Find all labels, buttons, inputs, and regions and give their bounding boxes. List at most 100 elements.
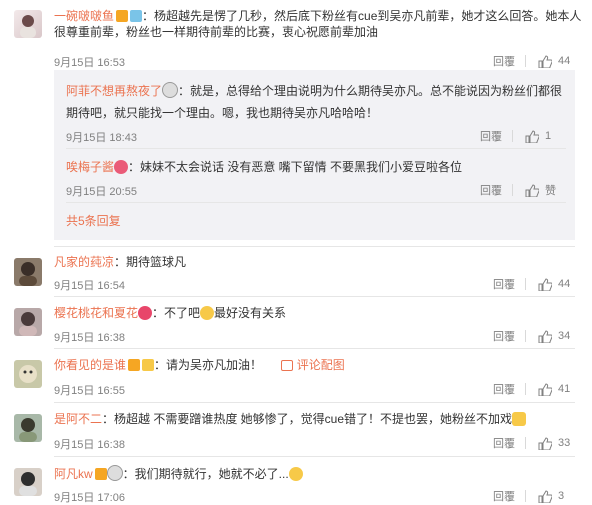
like-count: 41 [558,383,571,395]
like-button[interactable]: 44 [538,54,574,68]
reply-button[interactable]: 回覆 [493,381,515,397]
comment-item: 一碗啵啵鱼 ：杨超越先是愣了几秒，然后底下粉丝有cue到吴亦凡前辈，她才这么回答。… [0,0,592,240]
member-badge-icon [94,468,107,480]
thumbs-up-icon [538,329,552,343]
comment-body: ：我们期待就行，她就不必了... [122,467,289,481]
reply-username[interactable]: 阿菲不想再熬夜了 [66,84,162,98]
comment-text: 凡家的莼凉：期待篮球凡 [54,254,186,270]
like-button[interactable]: 3 [538,489,574,503]
panda-emoji-icon [106,465,123,481]
comment-actions: 回覆 44 [493,276,574,292]
divider [525,437,526,449]
reply-button[interactable]: 回覆 [480,182,502,198]
like-count: 44 [558,55,571,67]
comment-text: 樱花桃花和夏花 ：不了吧 最好没有关系 [54,305,286,321]
divider [512,130,513,142]
timestamp: 9月15日 16:38 [54,332,125,344]
comment-item: 你看见的是谁 ：请为吴亦凡加油！ 评论配图 9月15日 16:55 回覆 41 [0,348,592,400]
like-button[interactable]: 赞 [525,182,561,198]
reply-actions: 回覆 1 [480,128,561,144]
image-icon [281,360,294,371]
comment-actions: 回覆 41 [493,381,574,397]
reply-timestamp: 9月15日 18:43 [66,132,137,144]
like-count: 1 [545,130,552,142]
reply-timestamp: 9月15日 20:55 [66,186,137,198]
divider [525,490,526,502]
like-count: 3 [558,490,565,502]
username[interactable]: 是阿不二 [54,412,102,426]
reply-actions: 回覆 赞 [480,182,561,198]
username[interactable]: 樱花桃花和夏花 [54,306,138,320]
comment-body: ：请为吴亦凡加油！ [154,358,263,372]
comment-actions: 回覆 34 [493,328,574,344]
more-replies-link[interactable]: 共5条回复 [66,212,566,229]
avatar[interactable] [14,10,42,38]
member-badge-icon [142,359,155,371]
comment-item: 是阿不二：杨超越 不需要蹭谁热度 她够惨了，觉得cue错了！不提也罢，她粉丝不加… [0,402,592,454]
comment-actions: 回覆 3 [493,488,574,504]
like-count: 34 [558,330,571,342]
avatar[interactable] [14,258,42,286]
like-button[interactable]: 33 [538,436,574,450]
heart-icon [138,306,153,320]
thumbs-up-icon [538,436,552,450]
comment-item: 阿凡kw ：我们期待就行，她就不必了... 9月15日 17:06 回覆 3 [0,456,592,505]
comment-image-link[interactable]: 评论配图 [279,358,345,372]
thinking-emoji-icon [288,467,303,481]
reply-button[interactable]: 回覆 [480,128,502,144]
comment-text: 是阿不二：杨超越 不需要蹭谁热度 她够惨了，觉得cue错了！不提也罢，她粉丝不加… [54,411,527,427]
reply-divider [66,148,566,149]
comment-actions: 回覆 33 [493,435,574,451]
thinking-emoji-icon [200,306,215,320]
timestamp: 9月15日 16:38 [54,439,125,451]
comment-body: ：不了吧 [152,306,201,320]
reply-button[interactable]: 回覆 [493,488,515,504]
thumbs-up-icon [538,382,552,396]
comment-body: ：期待篮球凡 [114,255,187,269]
panda-emoji-icon [162,82,179,98]
like-label: 赞 [545,185,556,197]
like-button[interactable]: 1 [525,129,561,143]
reply-divider [66,202,566,203]
comment-item: 樱花桃花和夏花 ：不了吧 最好没有关系 9月15日 16:38 回覆 34 [0,296,592,348]
username[interactable]: 凡家的莼凉 [54,255,114,269]
reply-text: 唉梅子酱 ：妹妹不太会说话 没有恶意 嘴下留情 不要黑我们小爱豆啦各位 [66,158,566,176]
username[interactable]: 一碗啵啵鱼 [54,9,114,23]
timestamp: 9月15日 16:53 [54,57,125,69]
like-button[interactable]: 34 [538,329,574,343]
member-badge-icon [116,10,129,22]
reply-button[interactable]: 回覆 [493,276,515,292]
divider [525,330,526,342]
reply-body: ：妹妹不太会说话 没有恶意 嘴下留情 不要黑我们小爱豆啦各位 [128,160,463,174]
comment-actions: 回覆 44 [493,53,574,69]
avatar-badge-icon [114,160,129,174]
like-count: 33 [558,437,571,449]
divider [525,278,526,290]
divider [512,184,513,196]
comment-text: 一碗啵啵鱼 ：杨超越先是愣了几秒，然后底下粉丝有cue到吴亦凡前辈，她才这么回答。… [54,8,592,40]
like-button[interactable]: 44 [538,277,574,291]
comment-image-label: 评论配图 [296,358,345,372]
avatar[interactable] [14,360,42,388]
timestamp: 9月15日 16:54 [54,280,125,292]
timestamp: 9月15日 17:06 [54,492,125,504]
avatar[interactable] [14,414,42,442]
comment-body-continued: 最好没有关系 [214,306,287,320]
like-button[interactable]: 41 [538,382,574,396]
thumbs-up-icon [525,129,539,143]
username[interactable]: 阿凡kw [54,467,93,481]
avatar[interactable] [14,308,42,336]
avatar[interactable] [14,468,42,496]
thumbs-up-icon [538,277,552,291]
reply-username[interactable]: 唉梅子酱 [66,160,114,174]
divider [525,55,526,67]
comment-text: 你看见的是谁 ：请为吴亦凡加油！ 评论配图 [54,357,345,373]
reply-button[interactable]: 回覆 [493,435,515,451]
reply-button[interactable]: 回覆 [493,328,515,344]
reply-text: 阿菲不想再熬夜了 ：就是，总得给个理由说明为什么期待吴亦凡。总不能说因为粉丝们都很… [66,80,566,124]
username[interactable]: 你看见的是谁 [54,358,126,372]
reply-button[interactable]: 回覆 [493,53,515,69]
comment-text: 阿凡kw ：我们期待就行，她就不必了... [54,465,303,482]
like-count: 44 [558,278,571,290]
timestamp: 9月15日 16:55 [54,385,125,397]
